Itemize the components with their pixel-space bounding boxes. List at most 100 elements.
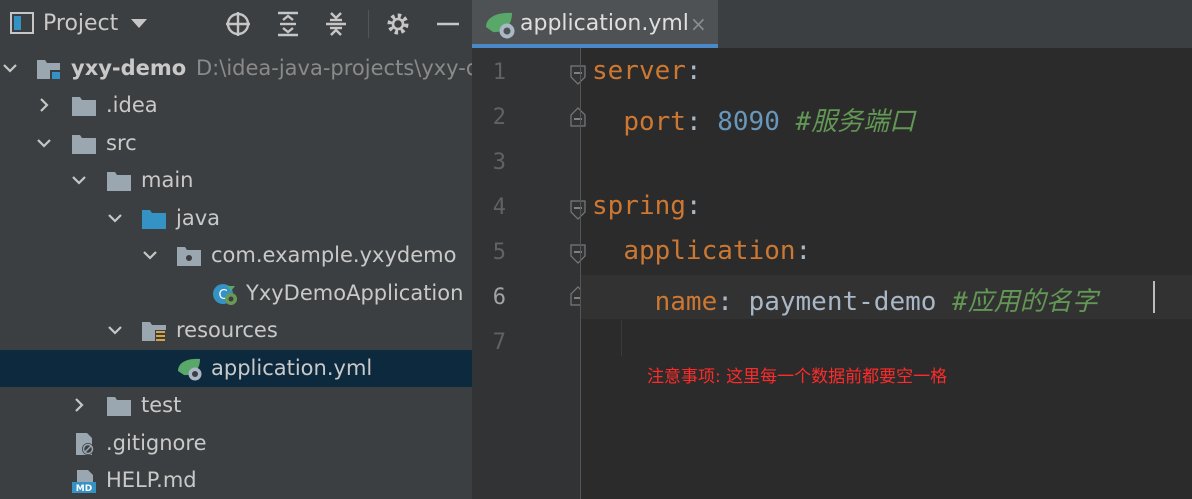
chevron-down-icon[interactable] — [142, 247, 158, 263]
tree-item-label: com.example.yxydemo — [211, 243, 457, 267]
tree-item-idea[interactable]: .idea — [0, 87, 472, 124]
chevron-right-icon[interactable] — [71, 397, 87, 413]
yaml-colon: : — [795, 236, 812, 266]
spring-yaml-icon — [486, 12, 515, 39]
tree-item-label: java — [176, 206, 220, 230]
yaml-comment: #应用的名字 — [952, 287, 1098, 317]
yaml-colon: : — [685, 107, 702, 137]
tree-item-label: HELP.md — [106, 468, 197, 492]
tab-label: application.yml — [520, 11, 689, 36]
yaml-value: payment-demo — [748, 287, 937, 317]
markdown-file-icon: MD — [72, 470, 96, 493]
text-caret — [1153, 281, 1155, 313]
tree-item-help-md[interactable]: MD HELP.md — [0, 462, 472, 499]
code-line-2[interactable]: port: 8090 #服务端口 — [592, 101, 915, 138]
collapse-all-icon[interactable] — [322, 10, 350, 38]
fold-open-icon[interactable] — [568, 244, 588, 264]
yaml-indent — [592, 107, 623, 137]
tree-item-label: src — [106, 131, 137, 155]
tree-item-java[interactable]: java — [0, 200, 472, 237]
yaml-key: server — [592, 56, 686, 86]
code-line-1[interactable]: server: — [592, 56, 702, 86]
project-panel-icon — [10, 12, 34, 34]
tree-item-label: resources — [176, 318, 278, 342]
editor-tab-bar: application.yml × — [472, 0, 1192, 48]
chevron-down-icon[interactable] — [2, 60, 18, 76]
fold-close-icon[interactable] — [568, 107, 588, 127]
chevron-down-icon[interactable] — [107, 210, 123, 226]
tree-item-label: yxy-demo — [71, 56, 187, 80]
folder-icon — [107, 397, 131, 416]
yaml-colon: : — [717, 287, 733, 317]
tree-item-package[interactable]: com.example.yxydemo — [0, 237, 472, 274]
tree-item-src[interactable]: src — [0, 125, 472, 162]
hide-icon[interactable] — [434, 10, 462, 38]
spring-yaml-icon — [178, 358, 202, 381]
line-number: 4 — [492, 195, 506, 220]
chevron-down-icon[interactable] — [71, 172, 87, 188]
expand-all-icon[interactable] — [274, 10, 302, 38]
line-number-gutter: 1 2 3 4 5 6 7 — [472, 48, 586, 499]
line-number: 3 — [492, 150, 506, 175]
gear-icon[interactable] — [384, 10, 412, 38]
tree-item-label: YxyDemoApplication — [246, 281, 464, 305]
header-divider — [368, 10, 369, 38]
chevron-right-icon[interactable] — [36, 97, 52, 113]
tree-item-yxy-demo[interactable]: yxy-demo D:\idea-java-projects\yxy-d — [0, 50, 472, 87]
code-line-4[interactable]: spring: — [592, 191, 702, 221]
line-number: 7 — [492, 330, 506, 355]
tree-item-main[interactable]: main — [0, 162, 472, 199]
indent-guide — [621, 320, 622, 356]
chevron-down-icon[interactable] — [131, 19, 147, 28]
annotation-note: 注意事项: 这里每一个数据前都要空一格 — [647, 367, 948, 387]
yaml-colon: : — [685, 56, 702, 86]
yaml-key: application — [623, 236, 796, 266]
yaml-value: 8090 — [717, 107, 780, 137]
tree-item-yxydemoapplication[interactable]: C YxyDemoApplication — [0, 275, 472, 312]
folder-icon — [107, 172, 131, 191]
tree-item-resources[interactable]: resources — [0, 312, 472, 349]
line-number-active: 6 — [492, 285, 506, 310]
close-icon[interactable]: × — [690, 12, 707, 36]
tab-application-yml[interactable]: application.yml × — [472, 0, 718, 48]
source-folder-icon — [142, 210, 166, 229]
project-view-selector[interactable]: Project — [43, 11, 118, 36]
project-panel-header: Project — [0, 0, 472, 48]
tree-item-label: main — [141, 168, 194, 192]
line-number: 1 — [492, 60, 506, 85]
yaml-colon: : — [685, 191, 702, 221]
spring-boot-class-icon: C — [213, 284, 237, 305]
tree-item-test[interactable]: test — [0, 387, 472, 424]
locate-icon[interactable] — [224, 10, 252, 38]
tree-item-label: .gitignore — [106, 431, 207, 455]
editor-panel: application.yml × 1 2 3 4 5 6 7 server: … — [472, 0, 1192, 499]
tree-item-gitignore[interactable]: .gitignore — [0, 425, 472, 462]
resources-folder-icon — [142, 322, 166, 342]
tree-item-label: test — [141, 393, 182, 417]
module-icon — [37, 60, 61, 80]
yaml-key: name — [654, 287, 718, 317]
yaml-key: port — [623, 107, 686, 137]
yaml-key: spring — [592, 191, 686, 221]
yaml-indent — [592, 287, 655, 317]
chevron-down-icon[interactable] — [36, 135, 52, 151]
tree-item-application-yml[interactable]: application.yml — [0, 350, 472, 387]
gitignore-file-icon — [76, 433, 94, 455]
project-panel: Project yxy-demo D:\idea-java-projects\y… — [0, 0, 472, 499]
package-icon — [177, 247, 201, 266]
fold-open-icon[interactable] — [568, 65, 588, 85]
tree-item-label: .idea — [106, 93, 158, 117]
code-line-5[interactable]: application: — [592, 236, 811, 266]
chevron-down-icon[interactable] — [107, 322, 123, 338]
folder-icon — [72, 135, 96, 154]
line-number: 5 — [492, 240, 506, 265]
gutter-divider — [580, 48, 581, 499]
folder-icon — [72, 97, 96, 116]
tree-item-label: application.yml — [211, 356, 373, 380]
project-path: D:\idea-java-projects\yxy-d — [196, 56, 472, 80]
yaml-comment: #服务端口 — [795, 107, 916, 137]
fold-open-icon[interactable] — [568, 200, 588, 220]
code-line-6[interactable]: name: payment-demo #应用的名字 — [592, 281, 1098, 318]
svg-text:MD: MD — [76, 484, 92, 493]
line-number: 2 — [492, 105, 506, 130]
